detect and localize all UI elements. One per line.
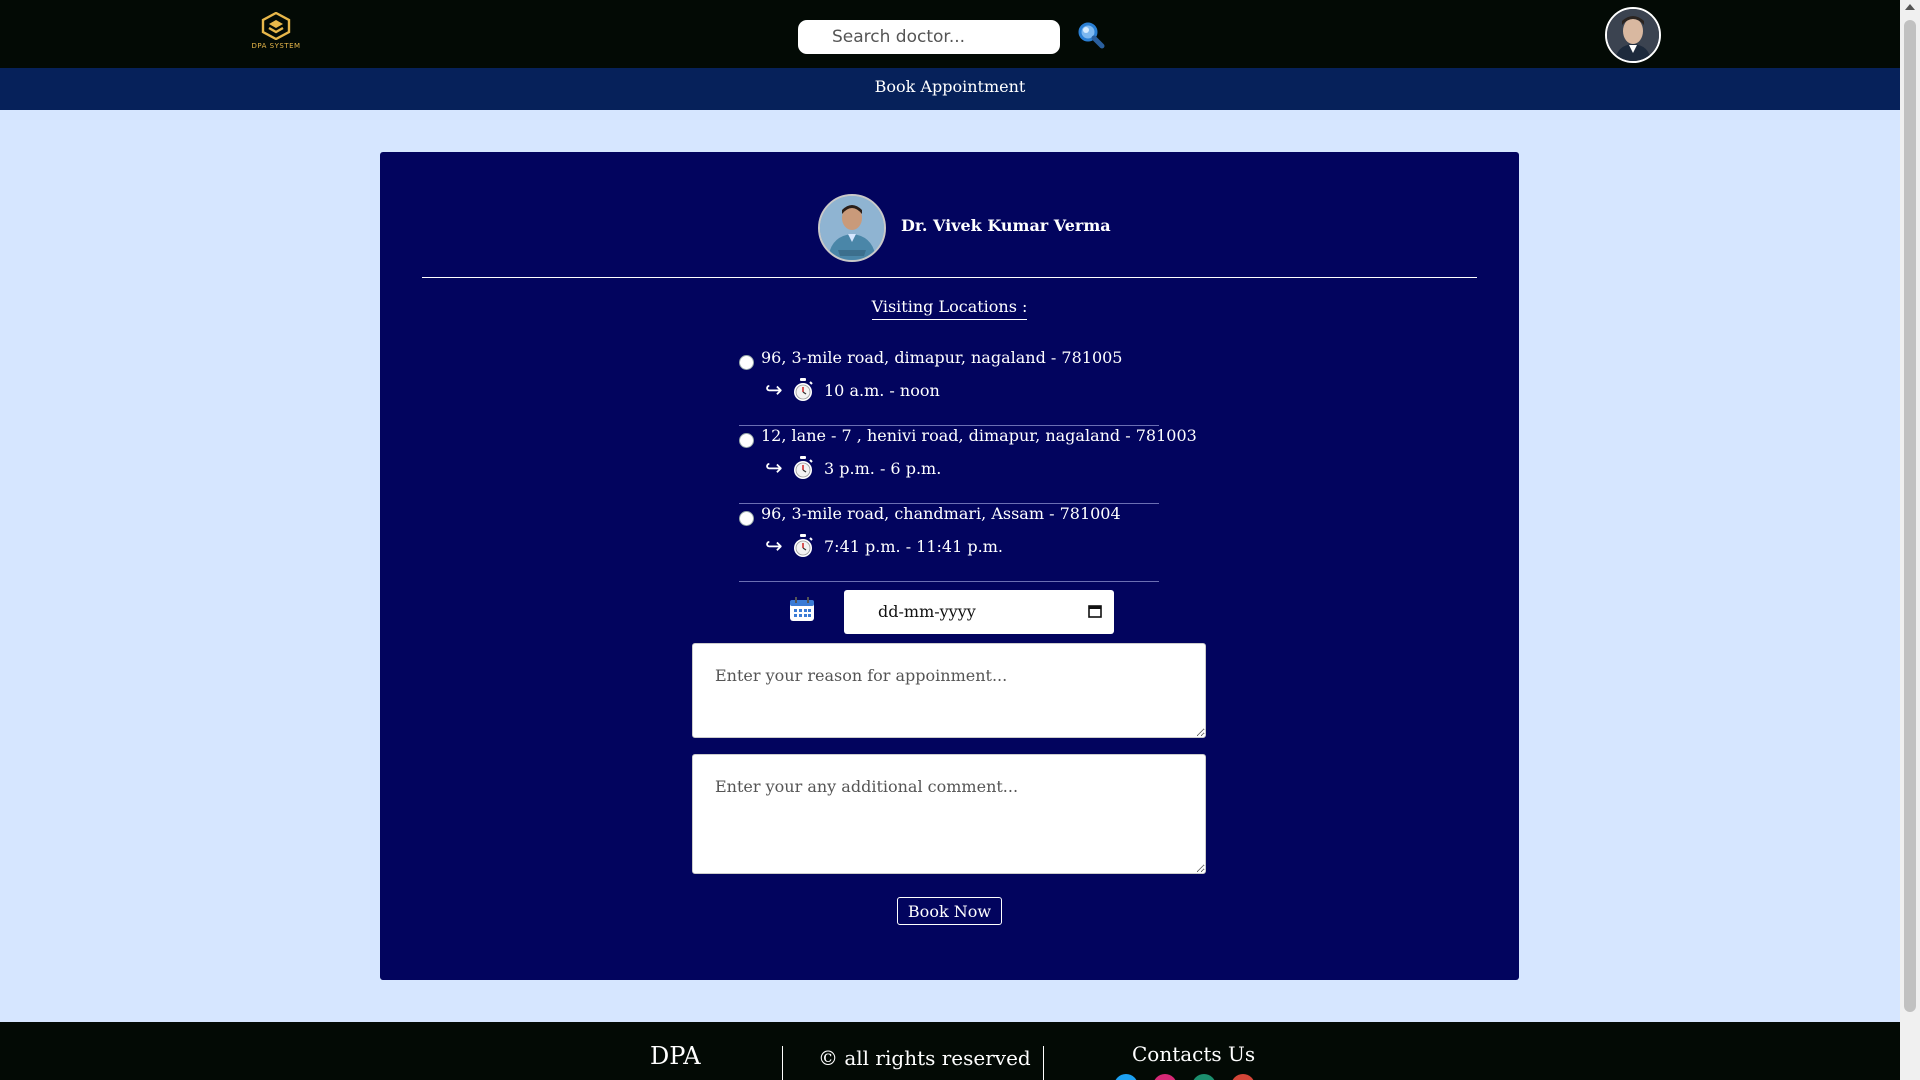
doctor-avatar bbox=[818, 194, 886, 262]
logo-text: DPA SYSTEM bbox=[251, 42, 301, 50]
date-placeholder: dd-mm-yyyy bbox=[878, 602, 976, 621]
user-avatar-image bbox=[1607, 9, 1659, 61]
stopwatch-icon bbox=[794, 534, 813, 557]
footer-divider bbox=[1043, 1046, 1044, 1080]
page-scrollbar[interactable] bbox=[1900, 0, 1920, 1080]
stopwatch-icon bbox=[794, 378, 813, 401]
stopwatch-icon bbox=[794, 456, 813, 479]
dpa-logo[interactable]: DPA SYSTEM bbox=[246, 12, 306, 60]
whatsapp-icon[interactable] bbox=[1192, 1074, 1216, 1080]
visiting-locations-heading: Visiting Locations : bbox=[380, 297, 1519, 320]
twitter-icon[interactable] bbox=[1114, 1074, 1138, 1080]
search-doctor-input[interactable] bbox=[798, 20, 1060, 54]
email-icon[interactable] bbox=[1231, 1074, 1255, 1080]
location-address: 96, 3-mile road, chandmari, Assam - 7810… bbox=[761, 504, 1121, 523]
location-address: 96, 3-mile road, dimapur, nagaland - 781… bbox=[761, 348, 1123, 367]
arrow-icon: ↪ bbox=[765, 378, 783, 402]
location-time: 10 a.m. - noon bbox=[824, 381, 940, 400]
location-option[interactable]: 96, 3-mile road, chandmari, Assam - 7810… bbox=[739, 504, 1159, 582]
reason-textarea[interactable] bbox=[692, 643, 1206, 738]
location-radio[interactable] bbox=[739, 511, 754, 526]
scroll-up-icon[interactable] bbox=[1905, 4, 1915, 10]
doctor-name: Dr. Vivek Kumar Verma bbox=[901, 216, 1111, 235]
arrow-icon: ↪ bbox=[765, 534, 783, 558]
location-option[interactable]: 12, lane - 7 , henivi road, dimapur, nag… bbox=[739, 426, 1197, 504]
location-option[interactable]: 96, 3-mile road, dimapur, nagaland - 781… bbox=[739, 348, 1159, 426]
appointment-card: Dr. Vivek Kumar Verma Visiting Locations… bbox=[380, 152, 1519, 980]
footer-divider bbox=[782, 1046, 783, 1080]
top-navbar: DPA SYSTEM bbox=[0, 0, 1900, 68]
calendar-icon bbox=[790, 597, 814, 621]
arrow-icon: ↪ bbox=[765, 456, 783, 480]
date-picker-icon[interactable] bbox=[1088, 604, 1102, 618]
location-time: 7:41 p.m. - 11:41 p.m. bbox=[824, 537, 1003, 556]
book-appointment-link[interactable]: Book Appointment bbox=[875, 77, 1026, 96]
visiting-locations-title: Visiting Locations : bbox=[871, 297, 1028, 320]
location-radio[interactable] bbox=[739, 433, 754, 448]
instagram-icon[interactable] bbox=[1153, 1074, 1177, 1080]
sub-navbar: Book Appointment bbox=[0, 68, 1900, 110]
location-time: 3 p.m. - 6 p.m. bbox=[824, 459, 942, 478]
appointment-date-input[interactable]: dd-mm-yyyy bbox=[844, 590, 1114, 634]
logo-icon bbox=[261, 12, 291, 40]
location-address: 12, lane - 7 , henivi road, dimapur, nag… bbox=[761, 426, 1197, 445]
location-list: 96, 3-mile road, dimapur, nagaland - 781… bbox=[739, 348, 1197, 582]
comment-textarea[interactable] bbox=[692, 754, 1206, 874]
footer: DPA © all rights reserved Contacts Us bbox=[0, 1022, 1900, 1080]
card-divider bbox=[422, 277, 1477, 278]
location-radio[interactable] bbox=[739, 355, 754, 370]
footer-brand: DPA bbox=[650, 1042, 701, 1070]
footer-rights: © all rights reserved bbox=[818, 1046, 1031, 1070]
user-avatar[interactable] bbox=[1605, 7, 1661, 63]
book-now-button[interactable]: Book Now bbox=[897, 897, 1002, 925]
magnifier-icon bbox=[1078, 22, 1105, 49]
search-button[interactable] bbox=[1076, 20, 1106, 50]
scrollbar-thumb[interactable] bbox=[1904, 20, 1916, 1012]
footer-contact-title: Contacts Us bbox=[1132, 1042, 1256, 1066]
doctor-photo bbox=[820, 196, 884, 260]
